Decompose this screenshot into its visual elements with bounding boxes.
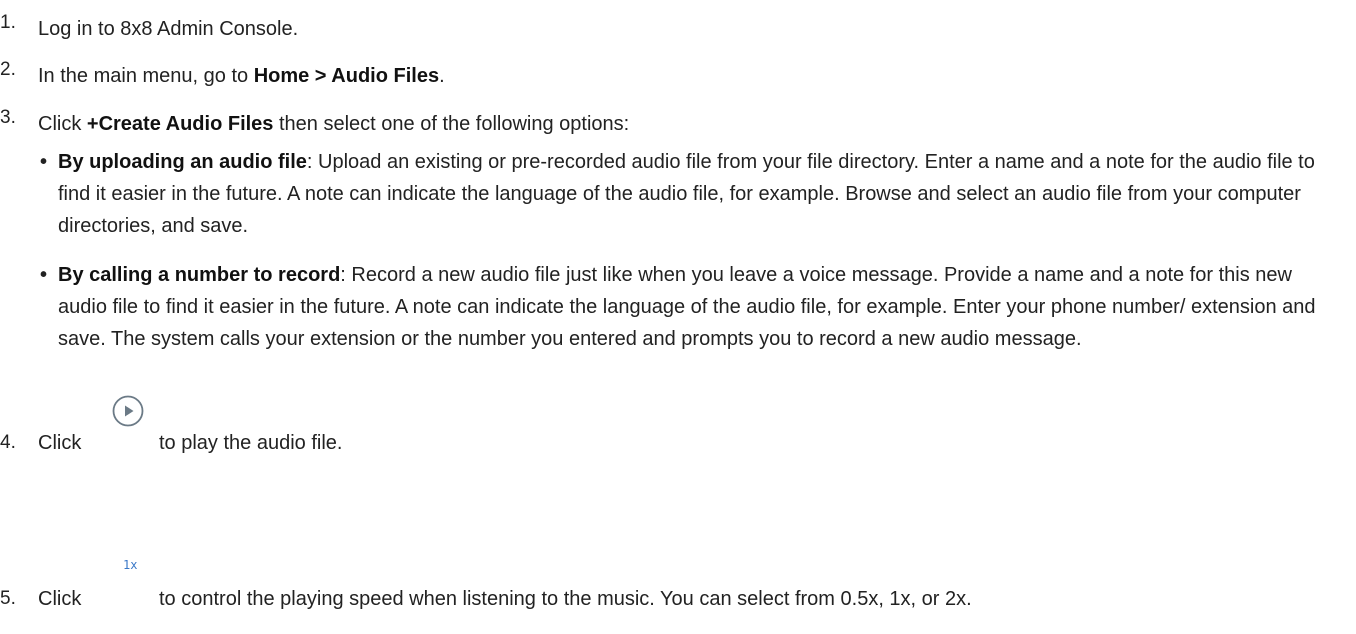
step-text-pre: In the main menu, go to bbox=[38, 65, 254, 87]
bullet-dot: • bbox=[40, 151, 48, 173]
step-text-post: . bbox=[439, 65, 445, 87]
step-text-pre: Click bbox=[38, 588, 82, 610]
option-title: By uploading an audio file bbox=[58, 151, 307, 173]
step-number: 5. bbox=[0, 588, 16, 609]
step-number: 4. bbox=[0, 432, 16, 453]
option-text: By uploading an audio file: Upload an ex… bbox=[58, 146, 1320, 242]
step-text: In the main menu, go to Home > Audio Fil… bbox=[38, 65, 445, 88]
step-text-post: to control the playing speed when listen… bbox=[159, 588, 972, 610]
option-title: By calling a number to record bbox=[58, 264, 341, 286]
instructions-document: 1. Log in to 8x8 Admin Console. 2. In th… bbox=[0, 0, 1356, 634]
step-number: 2. bbox=[0, 59, 16, 80]
bullet-dot: • bbox=[40, 264, 48, 286]
menu-path-home-audio-files: Home > Audio Files bbox=[253, 65, 440, 87]
step-text-post: to play the audio file. bbox=[159, 432, 343, 454]
step-number: 3. bbox=[0, 107, 16, 128]
speed-1x-icon: 1x bbox=[123, 558, 138, 572]
step-text-post: then select one of the following options… bbox=[273, 113, 630, 135]
option-text: By calling a number to record: Record a … bbox=[58, 259, 1320, 355]
step-text: Log in to 8x8 Admin Console. bbox=[38, 18, 298, 41]
create-audio-files-label: +Create Audio Files bbox=[86, 113, 274, 135]
step-text-content: Log in to 8x8 Admin Console. bbox=[38, 18, 299, 40]
step-text: Click +Create Audio Files then select on… bbox=[38, 113, 629, 136]
step-number: 1. bbox=[0, 12, 16, 33]
step-text-pre: Click bbox=[38, 432, 82, 454]
step-text-pre: Click bbox=[38, 113, 87, 135]
play-circle-icon bbox=[112, 395, 144, 427]
